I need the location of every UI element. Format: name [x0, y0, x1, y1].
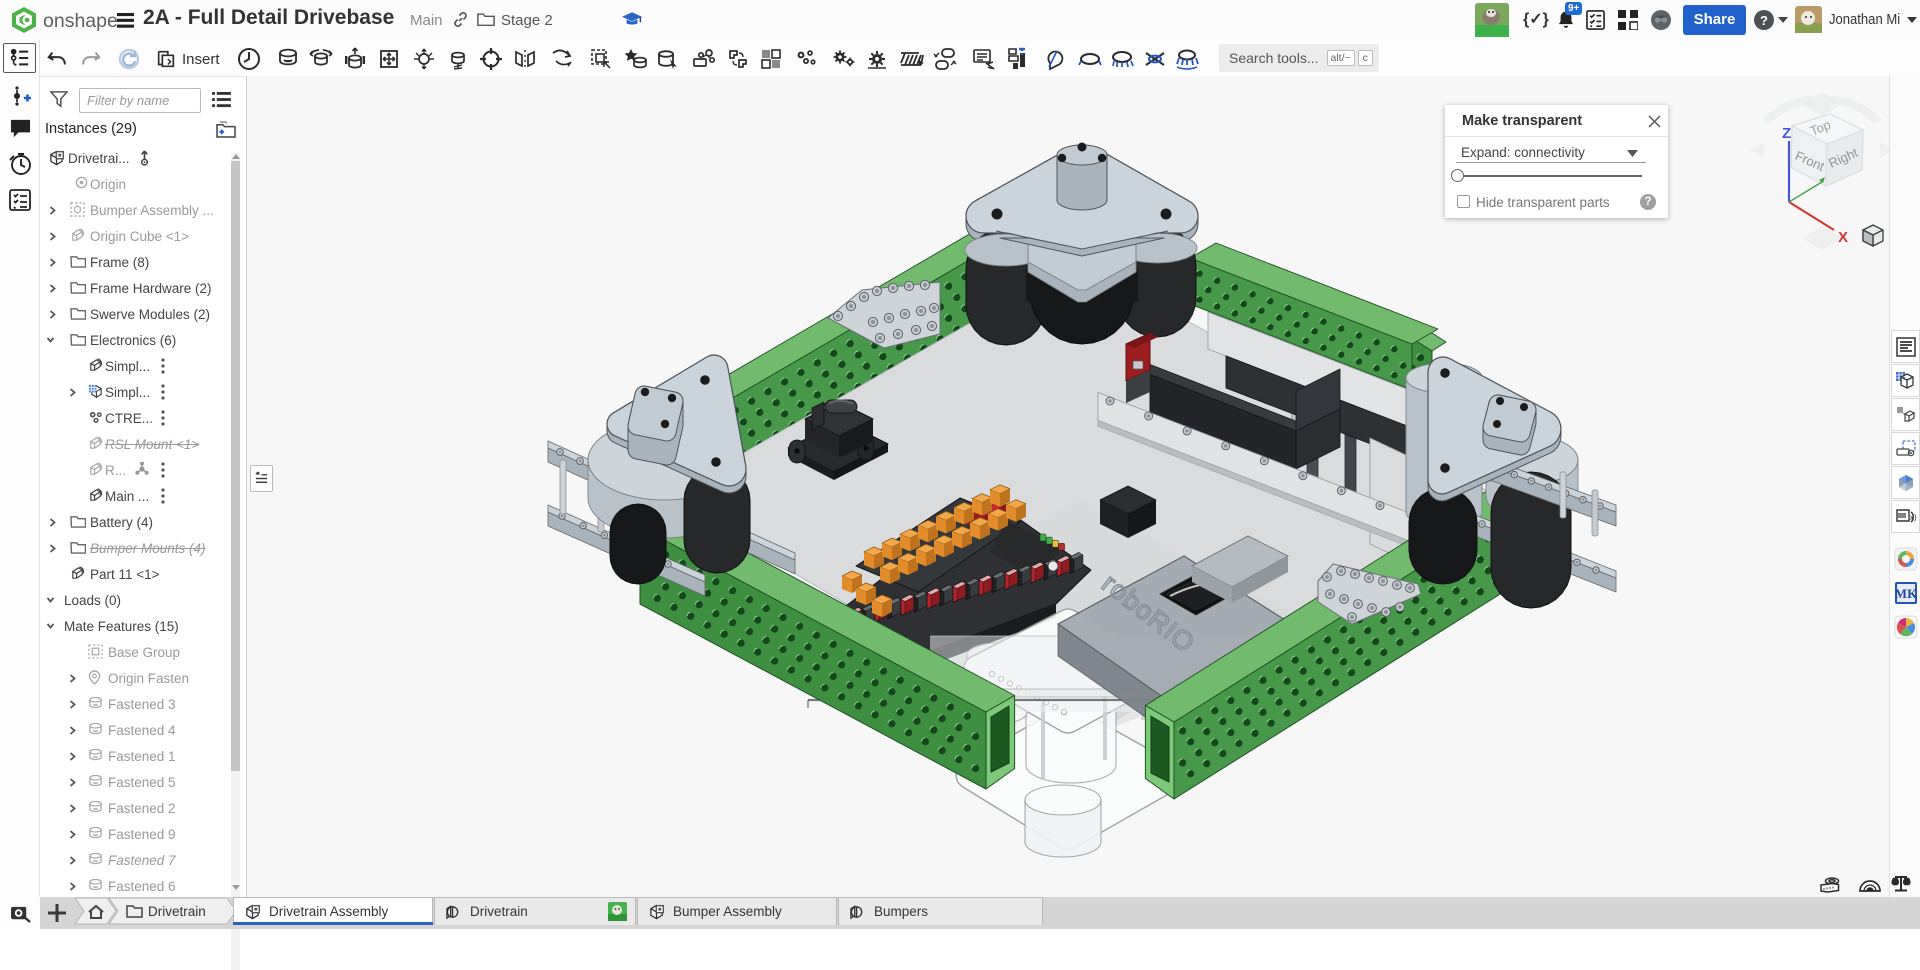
svg-text:onshape: onshape: [43, 10, 118, 32]
svg-text:MK: MK: [1894, 586, 1917, 601]
svg-text:x): x): [1910, 513, 1917, 522]
svg-text:Z: Z: [1782, 125, 1791, 142]
svg-text:?: ?: [1760, 13, 1768, 28]
svg-text:X: X: [1838, 229, 1848, 246]
